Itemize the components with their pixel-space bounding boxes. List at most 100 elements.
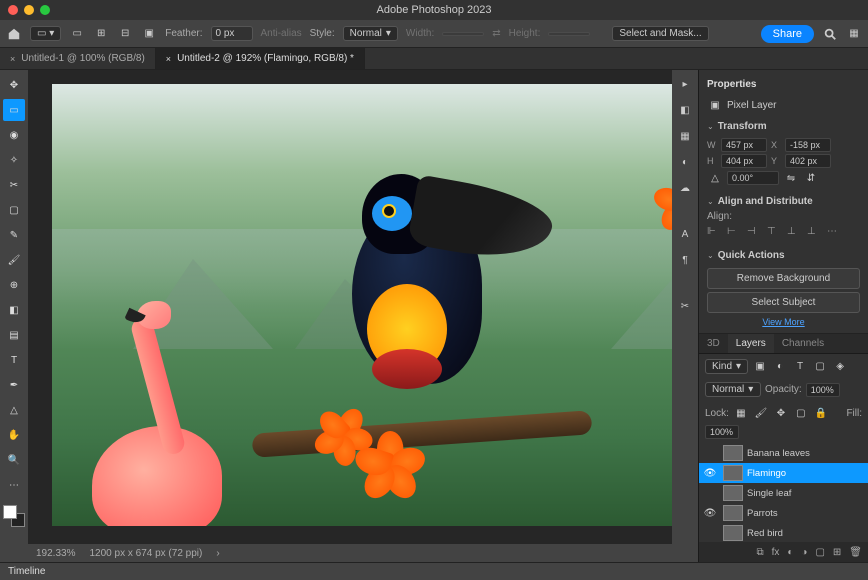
home-icon[interactable] xyxy=(6,26,22,42)
lasso-tool[interactable]: ◉ xyxy=(3,124,25,146)
tab-3d[interactable]: 3D xyxy=(699,334,728,353)
blend-mode-select[interactable]: Normal ▾ xyxy=(705,382,761,397)
maximize-window[interactable] xyxy=(40,5,50,15)
lock-artboard-icon[interactable]: ▢ xyxy=(793,405,809,421)
remove-background-button[interactable]: Remove Background xyxy=(707,268,860,289)
adjustments-panel-icon[interactable]: ◐ xyxy=(677,154,693,170)
filter-smart-icon[interactable]: ◈ xyxy=(832,358,848,374)
more-tools[interactable]: ⋯ xyxy=(3,474,25,496)
adjustment-layer-icon[interactable]: ◑ xyxy=(801,547,807,558)
y-value[interactable]: 402 px xyxy=(785,154,831,168)
opacity-value[interactable]: 100% xyxy=(806,383,840,397)
new-layer-icon[interactable]: ⊞ xyxy=(833,547,841,558)
timeline-panel-tab[interactable]: Timeline xyxy=(0,562,868,580)
style-select[interactable]: Normal ▾ xyxy=(343,26,398,41)
layer-row[interactable]: Banana leaves xyxy=(699,443,868,463)
lock-pixels-icon[interactable]: 🖌 xyxy=(753,405,769,421)
wand-tool[interactable]: ✧ xyxy=(3,149,25,171)
lock-transparency-icon[interactable]: ▦ xyxy=(733,405,749,421)
align-section[interactable]: ⌄Align and Distribute xyxy=(707,192,860,211)
move-tool[interactable]: ✥ xyxy=(3,74,25,96)
lock-all-icon[interactable]: 🔒 xyxy=(813,405,829,421)
pen-tool[interactable]: ✒ xyxy=(3,374,25,396)
lock-position-icon[interactable]: ✥ xyxy=(773,405,789,421)
tab-layers[interactable]: Layers xyxy=(728,334,774,353)
flip-h-icon[interactable]: ⇋ xyxy=(783,170,799,186)
zoom-tool[interactable]: 🔍 xyxy=(3,449,25,471)
delete-layer-icon[interactable]: 🗑 xyxy=(849,547,862,558)
feather-input[interactable]: 0 px xyxy=(211,26,253,41)
x-value[interactable]: -158 px xyxy=(785,138,831,152)
color-panel-icon[interactable]: ◧ xyxy=(677,102,693,118)
type-tool[interactable]: T xyxy=(3,349,25,371)
select-subject-button[interactable]: Select Subject xyxy=(707,292,860,313)
minimize-window[interactable] xyxy=(24,5,34,15)
zoom-level[interactable]: 192.33% xyxy=(36,548,75,559)
layer-row[interactable]: 👁Parrots xyxy=(699,503,868,523)
tab-channels[interactable]: Channels xyxy=(774,334,832,353)
select-and-mask-button[interactable]: Select and Mask... xyxy=(612,26,708,41)
visibility-toggle[interactable]: 👁 xyxy=(703,508,717,519)
marquee-tool[interactable]: ▭ xyxy=(3,99,25,121)
angle-value[interactable]: 0.00° xyxy=(727,171,779,185)
width-value[interactable]: 457 px xyxy=(721,138,767,152)
layer-thumbnail[interactable] xyxy=(723,525,743,541)
link-layers-icon[interactable]: ⧉ xyxy=(756,547,763,558)
fx-icon[interactable]: fx xyxy=(772,547,780,558)
brush-tool[interactable]: 🖌 xyxy=(3,249,25,271)
panel-icon-1[interactable]: ▸ xyxy=(677,76,693,92)
layer-thumbnail[interactable] xyxy=(723,465,743,481)
group-icon[interactable]: ▢ xyxy=(815,547,824,558)
close-window[interactable] xyxy=(8,5,18,15)
align-bottom-icon[interactable]: ⊥ xyxy=(807,226,821,240)
quick-actions-section[interactable]: ⌄Quick Actions xyxy=(707,246,860,265)
new-selection-icon[interactable]: ▭ xyxy=(69,26,85,42)
align-more-icon[interactable]: ⋯ xyxy=(827,226,841,240)
add-selection-icon[interactable]: ⊞ xyxy=(93,26,109,42)
layer-thumbnail[interactable] xyxy=(723,445,743,461)
transform-section[interactable]: ⌄Transform xyxy=(707,117,860,136)
align-left-icon[interactable]: ⊩ xyxy=(707,226,721,240)
type-panel-icon[interactable]: A xyxy=(677,226,693,242)
eyedropper-tool[interactable]: ✎ xyxy=(3,224,25,246)
height-value[interactable]: 404 px xyxy=(721,154,767,168)
visibility-toggle[interactable]: 👁 xyxy=(703,468,717,479)
view-more-link[interactable]: View More xyxy=(707,317,860,327)
workspace-icon[interactable]: ▦ xyxy=(846,26,862,42)
filter-pixel-icon[interactable]: ▣ xyxy=(752,358,768,374)
filter-type-icon[interactable]: T xyxy=(792,358,808,374)
layer-kind-select[interactable]: Kind ▾ xyxy=(705,359,748,374)
frame-tool[interactable]: ▢ xyxy=(3,199,25,221)
align-top-icon[interactable]: ⊤ xyxy=(767,226,781,240)
align-right-icon[interactable]: ⊣ xyxy=(747,226,761,240)
crop-tool[interactable]: ✂ xyxy=(3,174,25,196)
swatches-panel-icon[interactable]: ▦ xyxy=(677,128,693,144)
align-center-h-icon[interactable]: ⊢ xyxy=(727,226,741,240)
mask-icon[interactable]: ◐ xyxy=(787,547,793,558)
align-center-v-icon[interactable]: ⊥ xyxy=(787,226,801,240)
filter-adjust-icon[interactable]: ◐ xyxy=(772,358,788,374)
hand-tool[interactable]: ✋ xyxy=(3,424,25,446)
fill-value[interactable]: 100% xyxy=(705,425,739,439)
layer-row[interactable]: 👁Flamingo xyxy=(699,463,868,483)
libraries-panel-icon[interactable]: ☁ xyxy=(677,180,693,196)
gradient-tool[interactable]: ▤ xyxy=(3,324,25,346)
scissors-icon[interactable]: ✂ xyxy=(677,298,693,314)
filter-shape-icon[interactable]: ▢ xyxy=(812,358,828,374)
foreground-color[interactable] xyxy=(3,505,17,519)
eraser-tool[interactable]: ◧ xyxy=(3,299,25,321)
clone-tool[interactable]: ⊕ xyxy=(3,274,25,296)
search-icon[interactable] xyxy=(822,26,838,42)
layer-thumbnail[interactable] xyxy=(723,485,743,501)
intersect-selection-icon[interactable]: ▣ xyxy=(141,26,157,42)
status-chevron[interactable]: › xyxy=(216,548,219,559)
marquee-tool-preset[interactable]: ▭ ▾ xyxy=(30,26,61,41)
share-button[interactable]: Share xyxy=(761,25,814,43)
flip-v-icon[interactable]: ⇵ xyxy=(803,170,819,186)
shape-tool[interactable]: △ xyxy=(3,399,25,421)
color-swatches[interactable] xyxy=(3,505,25,527)
paragraph-panel-icon[interactable]: ¶ xyxy=(677,252,693,268)
layer-row[interactable]: Red bird xyxy=(699,523,868,542)
document-tab-1[interactable]: ×Untitled-1 @ 100% (RGB/8) xyxy=(0,48,156,69)
subtract-selection-icon[interactable]: ⊟ xyxy=(117,26,133,42)
